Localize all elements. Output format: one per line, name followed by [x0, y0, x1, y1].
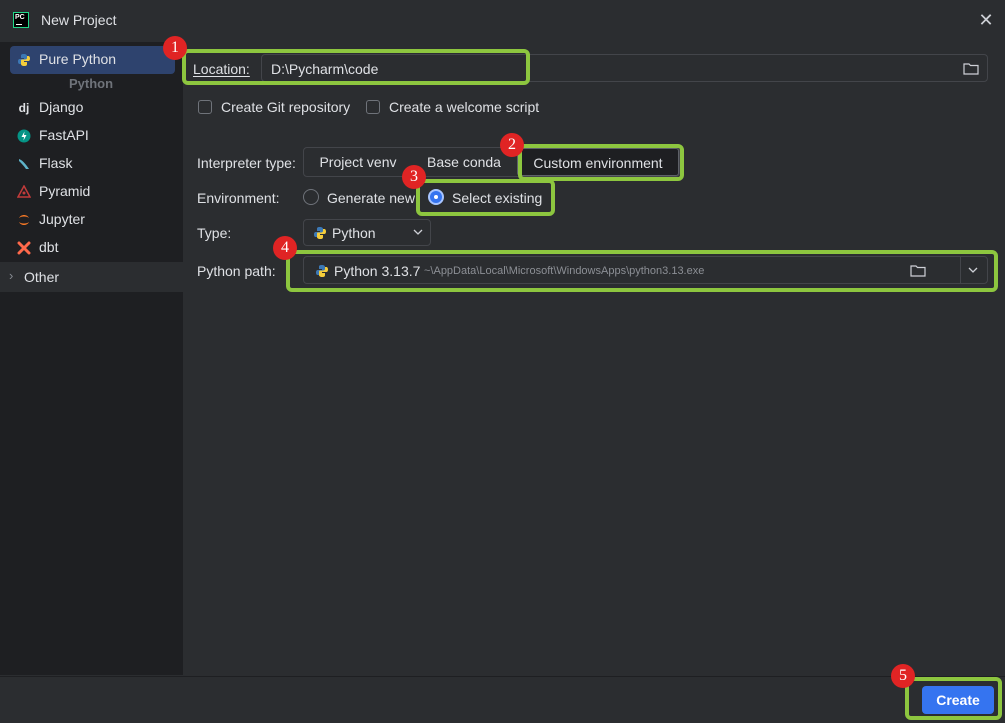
- main-panel: [183, 42, 1005, 675]
- annotation-badge-1: 1: [163, 36, 187, 60]
- generate-new-label: Generate new: [327, 190, 415, 206]
- jupyter-icon: [17, 213, 31, 227]
- sidebar-item-label: Flask: [39, 155, 73, 171]
- sidebar-item-dbt[interactable]: dbt: [10, 234, 175, 262]
- sidebar-item-fastapi[interactable]: FastAPI: [10, 122, 175, 150]
- python-icon: [17, 53, 31, 67]
- sidebar-item-pure-python[interactable]: Pure Python: [10, 46, 175, 74]
- environment-label: Environment:: [197, 190, 280, 206]
- chevron-right-icon: ›: [9, 268, 14, 283]
- flask-icon: [17, 157, 31, 171]
- git-checkbox-label: Create Git repository: [221, 99, 351, 115]
- annotation-badge-3: 3: [402, 165, 426, 189]
- folder-icon[interactable]: [963, 62, 979, 78]
- fastapi-icon: [17, 129, 31, 143]
- title-bar: PC New Project ✕: [0, 0, 1005, 43]
- python-path-label: Python path:: [197, 263, 276, 279]
- chevron-down-icon: [412, 224, 424, 243]
- window-title: New Project: [41, 12, 117, 28]
- sidebar-item-label: Other: [24, 269, 60, 285]
- welcome-checkbox-label: Create a welcome script: [389, 99, 540, 115]
- sidebar-item-jupyter[interactable]: Jupyter: [10, 206, 175, 234]
- highlight-select-existing: [416, 179, 555, 216]
- sidebar-item-label: Django: [39, 99, 84, 115]
- close-icon[interactable]: ✕: [976, 10, 996, 30]
- tab-project-venv[interactable]: Project venv: [304, 148, 412, 176]
- pycharm-logo-icon: PC: [13, 12, 29, 28]
- welcome-checkbox[interactable]: [366, 100, 380, 114]
- type-value: Python: [332, 225, 376, 241]
- type-label: Type:: [197, 225, 232, 241]
- sidebar-item-flask[interactable]: Flask: [10, 150, 175, 178]
- sidebar-item-label: dbt: [39, 239, 59, 255]
- generate-new-radio[interactable]: [303, 189, 319, 205]
- dbt-icon: [17, 241, 31, 255]
- git-checkbox[interactable]: [198, 100, 212, 114]
- python-icon: [313, 226, 327, 243]
- sidebar-item-django[interactable]: dj Django: [10, 94, 175, 122]
- sidebar-item-pyramid[interactable]: Pyramid: [10, 178, 175, 206]
- sidebar-group-label: Python: [69, 76, 114, 91]
- sidebar-item-label: Jupyter: [39, 211, 85, 227]
- interpreter-type-label: Interpreter type:: [197, 155, 296, 171]
- annotation-badge-5: 5: [891, 664, 915, 688]
- sidebar-item-label: Pyramid: [39, 183, 91, 199]
- tab-base-conda[interactable]: Base conda: [414, 148, 514, 176]
- highlight-location: [182, 49, 530, 85]
- highlight-create: [905, 677, 1002, 720]
- highlight-custom-environment: [518, 144, 684, 181]
- highlight-python-path: [286, 250, 998, 292]
- sidebar-item-label: Pure Python: [39, 51, 117, 67]
- type-dropdown[interactable]: Python: [303, 219, 431, 246]
- sidebar-item-other[interactable]: › Other: [0, 262, 183, 292]
- annotation-badge-2: 2: [500, 133, 524, 157]
- annotation-badge-4: 4: [273, 236, 297, 260]
- pyramid-icon: [16, 184, 32, 199]
- footer-bar: [0, 676, 1005, 723]
- django-icon: dj: [18, 101, 30, 115]
- sidebar-item-label: FastAPI: [39, 127, 89, 143]
